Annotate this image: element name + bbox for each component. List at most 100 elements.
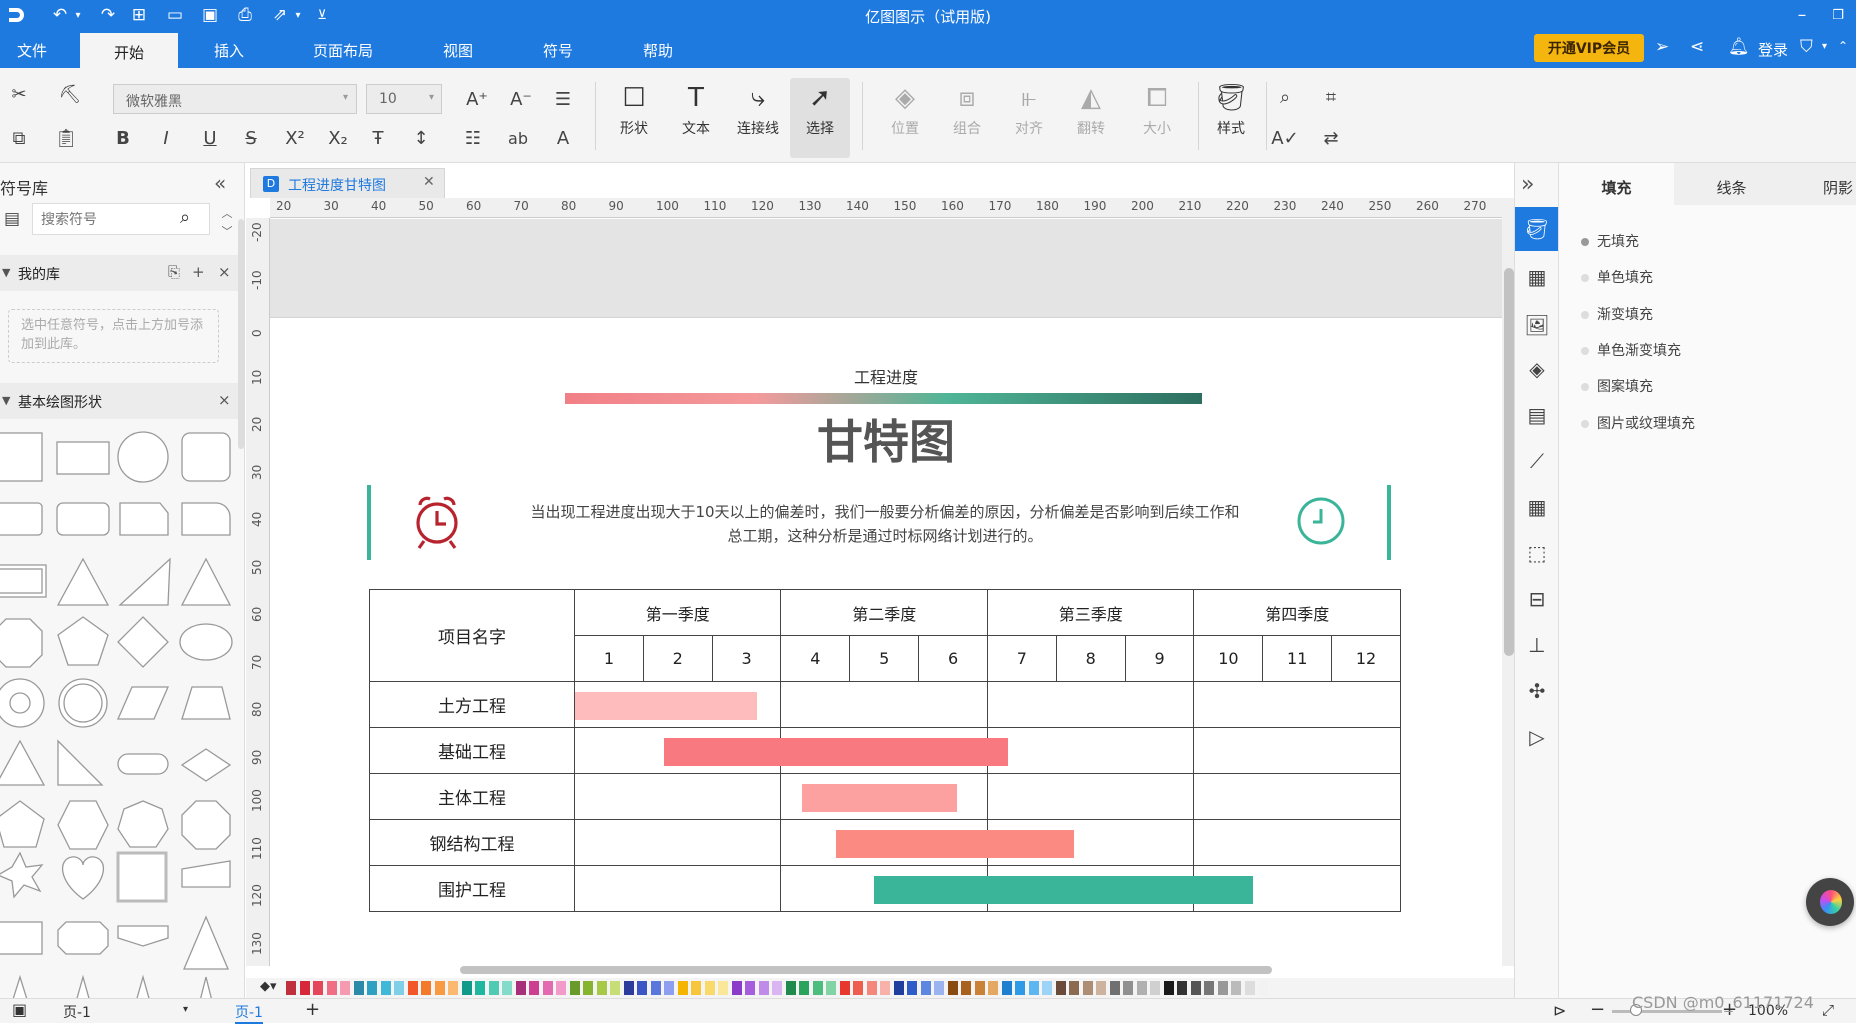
flip-button[interactable]: ◭ 翻转 bbox=[1061, 78, 1121, 158]
tab-fill[interactable]: 填充 bbox=[1559, 163, 1674, 205]
color-swatch[interactable] bbox=[313, 981, 323, 995]
color-swatch[interactable] bbox=[1082, 981, 1093, 995]
color-swatch[interactable] bbox=[542, 981, 553, 995]
color-swatch[interactable] bbox=[1244, 981, 1255, 995]
scroll-down-icon[interactable]: ﹀ bbox=[217, 223, 237, 239]
color-swatch[interactable] bbox=[556, 981, 566, 995]
org-chart-icon[interactable]: ⊥ bbox=[1523, 631, 1551, 659]
color-swatch[interactable] bbox=[853, 981, 863, 995]
color-swatch[interactable] bbox=[407, 981, 418, 995]
gantt-bar[interactable] bbox=[873, 875, 1253, 904]
text-case-icon[interactable]: ab bbox=[505, 125, 531, 151]
color-swatch[interactable] bbox=[1042, 981, 1052, 995]
basic-shapes-grid[interactable] bbox=[0, 429, 240, 998]
fill-option-solid[interactable]: 单色填充 bbox=[1581, 267, 1653, 287]
style-button[interactable]: 🪣︎ 样式 bbox=[1202, 78, 1260, 158]
color-swatch[interactable] bbox=[677, 981, 688, 995]
shape-button[interactable]: ☐ 形状 bbox=[604, 78, 664, 158]
gantt-row-name[interactable]: 土方工程 bbox=[369, 681, 575, 728]
color-swatch[interactable] bbox=[515, 981, 526, 995]
color-swatch[interactable] bbox=[745, 981, 755, 995]
color-swatch[interactable] bbox=[961, 981, 971, 995]
fill-panel-icon[interactable]: 🪣︎ bbox=[1515, 207, 1559, 251]
gantt-month[interactable]: 10 bbox=[1193, 635, 1264, 682]
color-swatch[interactable] bbox=[610, 981, 620, 995]
group-button[interactable]: ⧈ 组合 bbox=[937, 78, 997, 158]
collapse-ribbon-icon[interactable]: ⌃ bbox=[1838, 39, 1848, 53]
gantt-month[interactable]: 8 bbox=[1055, 635, 1126, 682]
color-swatch[interactable] bbox=[353, 981, 364, 995]
share-icon[interactable]: ⋖ bbox=[1690, 37, 1704, 57]
color-swatch[interactable] bbox=[1217, 981, 1228, 995]
color-swatch[interactable] bbox=[664, 981, 674, 995]
gantt-name-header[interactable]: 项目名字 bbox=[369, 589, 575, 682]
gantt-month[interactable]: 6 bbox=[918, 635, 988, 682]
bell-icon[interactable]: 🔔︎ bbox=[1728, 37, 1750, 57]
gantt-cell[interactable] bbox=[986, 773, 1195, 820]
position-button[interactable]: ◈ 位置 bbox=[875, 78, 935, 158]
color-swatch[interactable] bbox=[1204, 981, 1214, 995]
note-icon[interactable]: ⊟ bbox=[1523, 585, 1551, 613]
skin-icon[interactable]: ⛉ bbox=[1800, 37, 1813, 57]
color-swatch[interactable] bbox=[488, 981, 499, 995]
import-library-icon[interactable]: ⎘ bbox=[168, 263, 180, 281]
gantt-month[interactable]: 12 bbox=[1331, 635, 1401, 682]
font-size-dropdown-icon[interactable]: ▾ bbox=[429, 92, 434, 103]
play-icon[interactable]: ⊳ bbox=[1553, 1001, 1566, 1020]
color-swatch[interactable] bbox=[650, 981, 661, 995]
diagram-title[interactable]: 甘特图 bbox=[270, 406, 1502, 472]
color-swatch[interactable] bbox=[1096, 981, 1106, 995]
color-swatch[interactable] bbox=[569, 981, 580, 995]
fill-bucket-icon[interactable]: ◆▾ bbox=[260, 979, 277, 994]
gantt-cell[interactable] bbox=[1193, 681, 1401, 728]
fill-option-pattern[interactable]: 图案填充 bbox=[1581, 376, 1653, 396]
gantt-month[interactable]: 2 bbox=[642, 635, 713, 682]
color-swatch[interactable] bbox=[731, 981, 742, 995]
crop-icon[interactable]: ⌗ bbox=[1318, 84, 1344, 110]
spell-check-icon[interactable]: A✓ bbox=[1271, 125, 1298, 151]
copy-icon[interactable]: ⧉ bbox=[6, 125, 32, 151]
color-swatch[interactable] bbox=[799, 981, 809, 995]
my-library-section[interactable]: ▼ 我的库 ⎘ + × bbox=[0, 255, 240, 291]
gantt-cell[interactable] bbox=[573, 773, 782, 820]
color-swatch[interactable] bbox=[704, 981, 715, 995]
color-swatch[interactable] bbox=[286, 981, 296, 995]
clock-icon[interactable] bbox=[1295, 495, 1347, 547]
color-swatch[interactable] bbox=[1028, 981, 1039, 995]
menu-tab-view[interactable]: 视图 bbox=[443, 40, 473, 61]
gantt-row-name[interactable]: 围护工程 bbox=[369, 865, 575, 912]
layers-icon[interactable]: ◈ bbox=[1523, 355, 1551, 383]
select-button[interactable]: ➚ 选择 bbox=[790, 78, 850, 158]
gantt-cell[interactable] bbox=[780, 681, 988, 728]
color-swatch[interactable] bbox=[461, 981, 472, 995]
font-color-icon[interactable]: A bbox=[550, 125, 576, 151]
color-swatch[interactable] bbox=[691, 981, 701, 995]
color-swatch[interactable] bbox=[772, 981, 782, 995]
color-swatch[interactable] bbox=[1136, 981, 1147, 995]
color-swatch[interactable] bbox=[529, 981, 539, 995]
fill-option-single-gradient[interactable]: 单色渐变填充 bbox=[1581, 340, 1681, 360]
color-swatch[interactable] bbox=[839, 981, 850, 995]
diagram-subtitle[interactable]: 工程进度 bbox=[270, 364, 1502, 388]
color-swatch[interactable] bbox=[947, 981, 958, 995]
bullet-list-icon[interactable]: ☷ bbox=[460, 125, 486, 151]
gantt-cell[interactable] bbox=[573, 819, 782, 866]
italic-icon[interactable]: I bbox=[153, 125, 179, 151]
color-swatch[interactable] bbox=[1177, 981, 1187, 995]
right-accent-bar[interactable] bbox=[1387, 485, 1391, 560]
color-swatch[interactable] bbox=[434, 981, 445, 995]
close-tab-icon[interactable]: ✕ bbox=[423, 174, 435, 190]
expand-panel-icon[interactable]: » bbox=[1521, 172, 1534, 197]
color-swatch[interactable] bbox=[1069, 981, 1079, 995]
close-section-icon[interactable]: × bbox=[218, 263, 231, 281]
basic-shapes-section[interactable]: ▼ 基本绘图形状 × bbox=[0, 383, 240, 419]
color-swatch[interactable] bbox=[583, 981, 593, 995]
color-swatch[interactable] bbox=[1150, 981, 1160, 995]
color-swatch[interactable] bbox=[785, 981, 796, 995]
gantt-month[interactable]: 7 bbox=[986, 635, 1057, 682]
table-icon[interactable]: ▦ bbox=[1523, 493, 1551, 521]
color-swatch[interactable] bbox=[394, 981, 404, 995]
fill-option-none[interactable]: 无填充 bbox=[1581, 231, 1639, 251]
menu-tab-symbol[interactable]: 符号 bbox=[543, 40, 573, 61]
fill-option-texture[interactable]: 图片或纹理填充 bbox=[1581, 413, 1695, 433]
